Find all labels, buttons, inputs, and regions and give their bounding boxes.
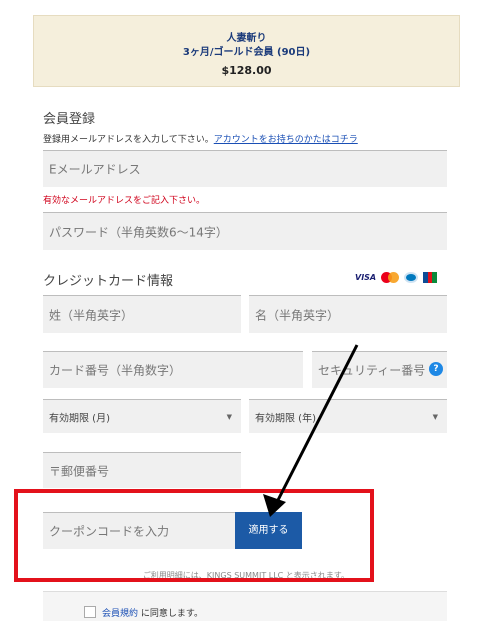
expiry-month-value: 有効期限 (月) xyxy=(49,413,110,424)
plan-price: $128.00 xyxy=(221,64,272,77)
last-name-field[interactable]: 姓（半角英字） xyxy=(43,295,241,333)
registration-title: 会員登録 xyxy=(43,112,96,127)
card-number-placeholder: カード番号（半角数字） xyxy=(49,363,182,378)
email-placeholder: Eメールアドレス xyxy=(49,162,141,177)
postal-code-field[interactable]: 〒郵便番号 xyxy=(43,452,241,488)
last-name-placeholder: 姓（半角英字） xyxy=(49,308,134,322)
first-name-field[interactable]: 名（半角英字） xyxy=(249,295,447,333)
registration-hint-text: 登録用メールアドレスを入力して下さい。 xyxy=(43,135,214,145)
expiry-year-select[interactable]: 有効期限 (年) ▼ xyxy=(249,399,447,433)
chevron-down-icon: ▼ xyxy=(432,412,438,421)
first-name-placeholder: 名（半角英字） xyxy=(255,308,340,322)
email-error: 有効なメールアドレスをご記入下さい。 xyxy=(43,196,206,206)
terms-checkbox[interactable] xyxy=(84,606,96,618)
plan-summary: 人妻斬り 3ヶ月/ゴールド会員 (90日) $128.00 xyxy=(33,15,460,87)
plan-name: 人妻斬り xyxy=(226,33,267,44)
password-placeholder: パスワード（半角英数6～14字） xyxy=(49,225,228,239)
mastercard-icon xyxy=(381,272,400,283)
plan-term: 3ヶ月/ゴールド会員 (90日) xyxy=(182,47,311,58)
registration-hint: 登録用メールアドレスを入力して下さい。アカウントをお持ちのかたはコチラ xyxy=(43,132,358,145)
card-number-field[interactable]: カード番号（半角数字） xyxy=(43,351,303,388)
help-icon[interactable]: ? xyxy=(429,362,443,376)
diners-icon xyxy=(404,272,419,283)
terms-text: に同意します。 xyxy=(138,609,203,619)
expiry-month-select[interactable]: 有効期限 (月) ▼ xyxy=(43,399,241,433)
highlight-frame xyxy=(14,489,374,582)
terms-link[interactable]: 会員規約 xyxy=(102,609,138,619)
existing-account-link[interactable]: アカウントをお持ちのかたはコチラ xyxy=(214,135,358,145)
terms-agreement: 会員規約 に同意します。 xyxy=(43,591,447,621)
credit-card-title: クレジットカード情報 xyxy=(43,274,174,289)
card-brands: VISA xyxy=(355,272,438,283)
visa-icon: VISA xyxy=(355,273,377,282)
email-field[interactable]: Eメールアドレス xyxy=(43,150,447,187)
terms-label: 会員規約 に同意します。 xyxy=(102,606,203,619)
security-code-placeholder: セキュリティー番号 xyxy=(318,363,426,378)
expiry-year-value: 有効期限 (年) xyxy=(255,413,316,424)
jcb-icon xyxy=(423,272,438,283)
chevron-down-icon: ▼ xyxy=(226,412,232,421)
security-code-field[interactable]: セキュリティー番号 xyxy=(312,351,447,388)
password-field[interactable]: パスワード（半角英数6～14字） xyxy=(43,212,447,250)
postal-code-placeholder: 〒郵便番号 xyxy=(49,464,110,478)
